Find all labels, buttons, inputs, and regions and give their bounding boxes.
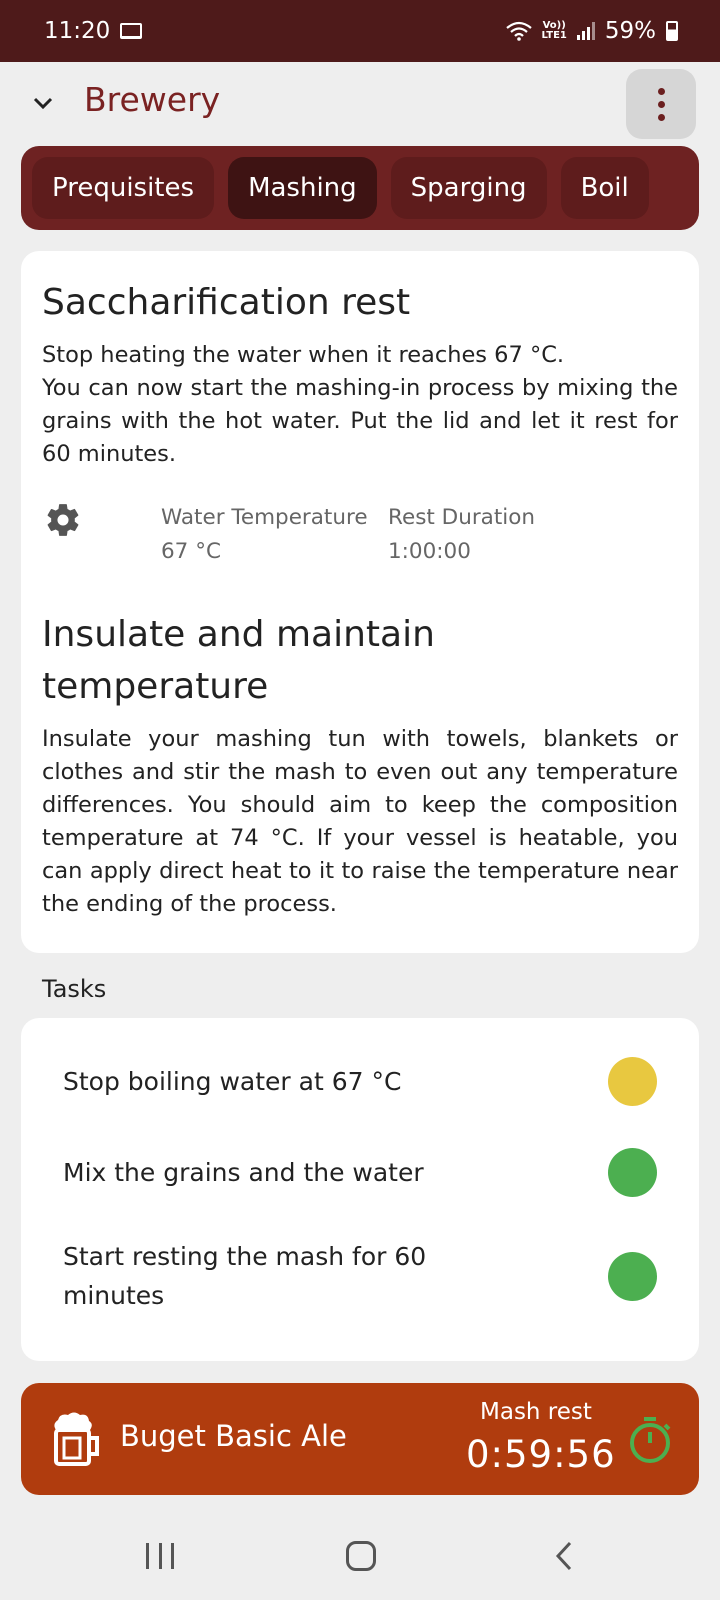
back-icon[interactable] bbox=[552, 1540, 576, 1572]
task-row[interactable]: Stop boiling water at 67 °C bbox=[21, 1036, 699, 1126]
task-row[interactable]: Start resting the mash for 60 minutes bbox=[21, 1218, 699, 1334]
page-title: Brewery bbox=[84, 80, 221, 119]
tab-mashing[interactable]: Mashing bbox=[228, 157, 377, 219]
clock: 11:20 bbox=[44, 18, 111, 44]
system-nav-bar bbox=[0, 1513, 720, 1600]
param-label: Rest Duration bbox=[388, 505, 536, 530]
step-parameters: Water Temperature 67 °C Rest Duration 1:… bbox=[42, 501, 678, 569]
task-status-indicator[interactable] bbox=[608, 1147, 657, 1197]
task-label: Mix the grains and the water bbox=[63, 1157, 424, 1187]
gear-icon[interactable] bbox=[44, 501, 82, 539]
param-value: 67 °C bbox=[161, 539, 221, 564]
tasks-card: Stop boiling water at 67 °C Mix the grai… bbox=[21, 1018, 699, 1361]
step-description: Insulate your mashing tun with towels, b… bbox=[42, 726, 678, 917]
home-icon[interactable] bbox=[346, 1541, 376, 1571]
more-vert-icon[interactable] bbox=[626, 69, 696, 139]
step-tabs: Prequisites Mashing Sparging Boil bbox=[21, 146, 699, 230]
chevron-down-icon[interactable] bbox=[30, 90, 56, 116]
battery-percent: 59% bbox=[604, 18, 656, 44]
beer-mug-icon bbox=[54, 1412, 99, 1466]
task-label: Start resting the mash for 60 minutes bbox=[63, 1242, 427, 1310]
recents-icon[interactable] bbox=[146, 1543, 174, 1569]
step-title: Insulate and maintain temperature bbox=[42, 614, 435, 707]
status-bar: 11:20 Vo)) LTE1 59% bbox=[0, 0, 720, 62]
timer-value: 0:59:56 bbox=[466, 1433, 616, 1476]
param-value: 1:00:00 bbox=[388, 539, 471, 564]
app-bar: Brewery bbox=[0, 62, 720, 147]
step-card: Saccharification rest Stop heating the w… bbox=[21, 251, 699, 953]
status-right: Vo)) LTE1 59% bbox=[505, 18, 678, 44]
task-status-indicator[interactable] bbox=[608, 1251, 657, 1301]
tab-prequisites[interactable]: Prequisites bbox=[32, 157, 215, 219]
wifi-icon bbox=[505, 21, 532, 41]
battery-icon bbox=[666, 21, 678, 41]
status-left: 11:20 bbox=[44, 18, 143, 44]
param-label: Water Temperature bbox=[161, 505, 368, 530]
tasks-heading: Tasks bbox=[42, 975, 107, 1003]
step-description: Stop heating the water when it reaches 6… bbox=[42, 342, 678, 467]
task-status-indicator[interactable] bbox=[608, 1056, 657, 1106]
tab-sparging[interactable]: Sparging bbox=[390, 157, 547, 219]
param-rest-duration: Rest Duration 1:00:00 bbox=[388, 501, 535, 569]
active-brew-banner[interactable]: Buget Basic Ale Mash rest 0:59:56 bbox=[21, 1383, 699, 1495]
laptop-icon bbox=[120, 23, 143, 39]
timer-label: Mash rest bbox=[480, 1399, 592, 1425]
task-label: Stop boiling water at 67 °C bbox=[63, 1066, 402, 1096]
task-row[interactable]: Mix the grains and the water bbox=[21, 1126, 699, 1218]
brew-name: Buget Basic Ale bbox=[120, 1419, 347, 1453]
stopwatch-icon[interactable] bbox=[625, 1415, 675, 1465]
step-title: Saccharification rest bbox=[42, 282, 411, 323]
tab-boil[interactable]: Boil bbox=[560, 157, 649, 219]
signal-icon bbox=[576, 22, 595, 40]
lte-icon: Vo)) LTE1 bbox=[541, 20, 567, 41]
param-water-temperature: Water Temperature 67 °C bbox=[161, 501, 368, 569]
